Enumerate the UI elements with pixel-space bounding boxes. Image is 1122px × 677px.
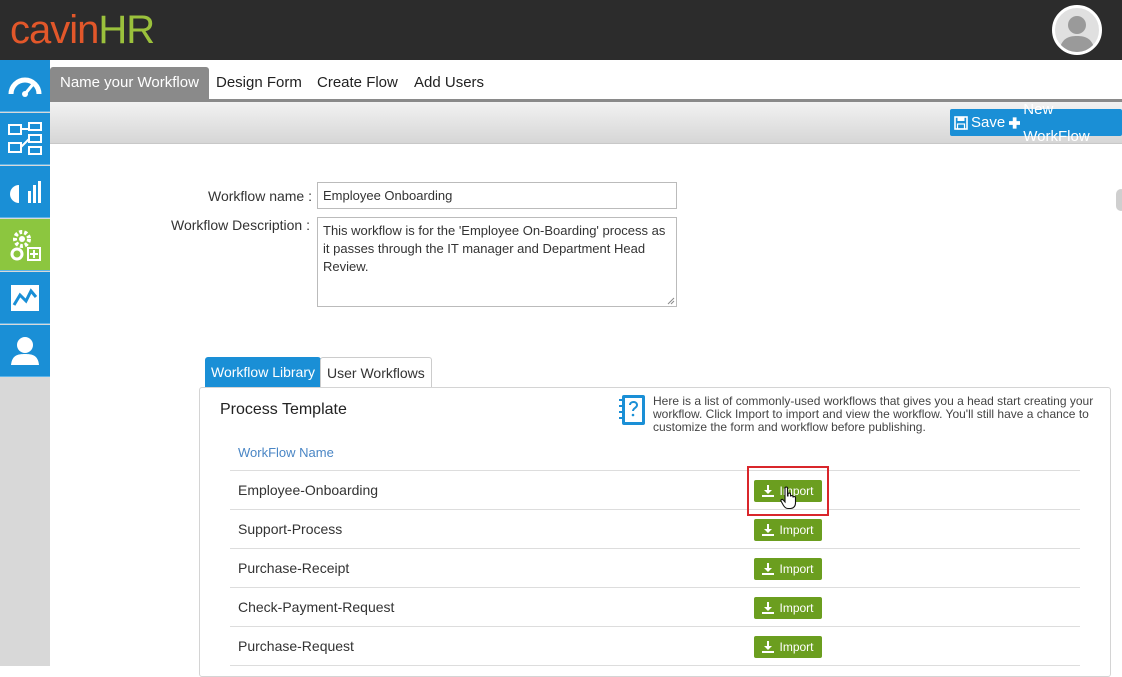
new-workflow-button[interactable]: New WorkFlow [1005, 101, 1122, 145]
process-template-title: Process Template [220, 401, 347, 418]
workflow-name-input[interactable]: Employee Onboarding [317, 182, 677, 209]
sidebar-item-users[interactable] [0, 325, 50, 377]
wizard-tabs: Name your Workflow Design Form Create Fl… [50, 60, 1122, 102]
settings-gears-icon [10, 229, 41, 261]
table-row-name: Employee-Onboarding [238, 482, 379, 498]
download-icon [762, 602, 775, 614]
hand-pointer-icon [780, 486, 797, 510]
sidebar-item-settings[interactable] [0, 219, 50, 271]
workflow-description-label: Workflow Description : [170, 217, 310, 233]
top-bar: cavinHR [0, 0, 1122, 60]
user-avatar[interactable] [1052, 5, 1102, 55]
app-logo[interactable]: cavinHR [10, 6, 155, 54]
reports-chart-icon [10, 180, 41, 203]
workflow-icon [8, 121, 42, 155]
tab-user-workflows[interactable]: User Workflows [320, 357, 432, 387]
page-scroll-handle[interactable] [1116, 189, 1122, 211]
tab-design-form[interactable]: Design Form [206, 67, 312, 99]
save-button[interactable]: Save [950, 109, 1010, 136]
table-row-name: Support-Process [238, 521, 343, 537]
row-divider [230, 548, 1080, 549]
plus-icon [1009, 116, 1021, 129]
tab-add-users[interactable]: Add Users [404, 67, 494, 99]
row-divider [230, 587, 1080, 588]
action-bar: Save New WorkFlow [50, 101, 1122, 145]
table-row-name: Purchase-Receipt [238, 560, 350, 576]
tab-create-flow[interactable]: Create Flow [307, 67, 408, 99]
download-icon [762, 524, 775, 536]
download-icon [762, 641, 775, 653]
sidebar [0, 60, 50, 666]
import-button[interactable]: Import [754, 597, 822, 619]
sidebar-item-workflow[interactable] [0, 113, 50, 165]
tab-name-your-workflow[interactable]: Name your Workflow [50, 67, 209, 99]
table-row-name: Purchase-Request [238, 638, 354, 654]
row-divider [230, 509, 1080, 510]
floppy-disk-icon [954, 115, 968, 130]
import-button[interactable]: Import [754, 558, 822, 580]
dashboard-icon [8, 77, 42, 97]
workflow-name-label: Workflow name : [208, 188, 312, 204]
sidebar-item-dashboard[interactable] [0, 60, 50, 112]
row-divider [230, 470, 1080, 471]
download-icon [762, 563, 775, 575]
sidebar-item-analytics[interactable] [0, 272, 50, 324]
sidebar-item-reports[interactable] [0, 166, 50, 218]
help-notebook-icon [619, 395, 645, 425]
row-divider [230, 626, 1080, 627]
import-button[interactable]: Import [754, 636, 822, 658]
user-profile-icon [11, 336, 39, 365]
analytics-icon [11, 284, 39, 311]
tab-workflow-library[interactable]: Workflow Library [205, 357, 321, 387]
import-button[interactable]: Import [754, 519, 822, 541]
column-header-workflow-name: WorkFlow Name [238, 445, 334, 460]
workflow-description-textarea[interactable]: This workflow is for the 'Employee On-Bo… [317, 217, 677, 307]
resize-handle-icon[interactable] [667, 297, 675, 305]
help-text: Here is a list of commonly-used workflow… [653, 394, 1094, 434]
user-silhouette-icon [1059, 16, 1095, 52]
table-row-name: Check-Payment-Request [238, 599, 395, 615]
